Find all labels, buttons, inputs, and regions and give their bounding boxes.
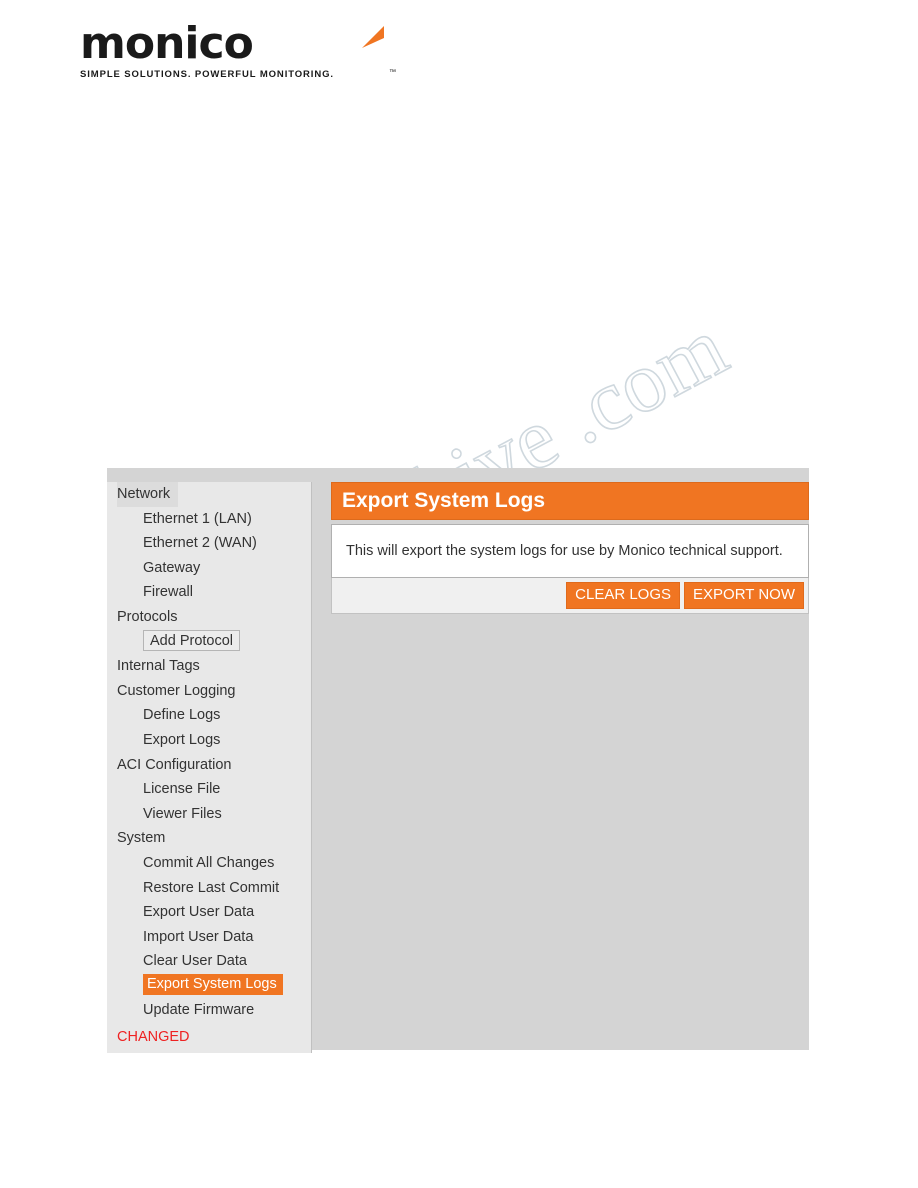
monico-logo: monico SIMPLE SOLUTIONS. POWERFUL MONITO… bbox=[80, 18, 396, 81]
sidebar-item-gateway[interactable]: Gateway bbox=[107, 556, 311, 581]
sidebar-item-customer-logging[interactable]: Customer Logging bbox=[107, 679, 311, 704]
sidebar-item-export-logs[interactable]: Export Logs bbox=[107, 728, 311, 753]
content-panel: Export System Logs This will export the … bbox=[331, 482, 809, 614]
sidebar-item-internal-tags[interactable]: Internal Tags bbox=[107, 654, 311, 679]
page-title: Export System Logs bbox=[331, 482, 809, 520]
sidebar-item-define-logs[interactable]: Define Logs bbox=[107, 703, 311, 728]
sidebar-item-export-user-data[interactable]: Export User Data bbox=[107, 900, 311, 925]
sidebar-item-network[interactable]: Network bbox=[117, 482, 179, 507]
sidebar-item-export-system-logs[interactable]: Export System Logs bbox=[143, 973, 283, 995]
sidebar-item-commit-all-changes[interactable]: Commit All Changes bbox=[107, 851, 311, 876]
config-app-window: Network Ethernet 1 (LAN) Ethernet 2 (WAN) G… bbox=[107, 468, 809, 1054]
sidebar-item-firewall[interactable]: Firewall bbox=[107, 580, 311, 605]
sidebar-item-update-firmware[interactable]: Update Firmware bbox=[107, 998, 311, 1023]
sidebar-item-add-protocol[interactable]: Add Protocol bbox=[143, 629, 241, 651]
sidebar-item-license-file[interactable]: License File bbox=[107, 777, 311, 802]
logo-wordmark: monico bbox=[80, 18, 254, 69]
panel-body: This will export the system logs for use… bbox=[331, 524, 809, 578]
sidebar-item-add-protocol-row: Add Protocol bbox=[107, 629, 311, 655]
sidebar-item-clear-user-data[interactable]: Clear User Data bbox=[107, 949, 311, 974]
sidebar-item-ethernet-2-wan[interactable]: Ethernet 2 (WAN) bbox=[107, 531, 311, 556]
logo-swoosh-icon bbox=[362, 26, 384, 48]
sidebar-navigation: Network Ethernet 1 (LAN) Ethernet 2 (WAN) G… bbox=[107, 482, 312, 1054]
sidebar-item-export-system-logs-row: Export System Logs bbox=[107, 973, 311, 999]
logo-tagline: SIMPLE SOLUTIONS. POWERFUL MONITORING. bbox=[80, 69, 334, 80]
sidebar-item-protocols[interactable]: Protocols bbox=[107, 605, 311, 630]
sidebar-item-aci-configuration[interactable]: ACI Configuration bbox=[107, 753, 311, 778]
export-now-button[interactable]: EXPORT NOW bbox=[684, 582, 804, 609]
panel-description: This will export the system logs for use… bbox=[346, 543, 783, 559]
panel-action-bar: CLEAR LOGS EXPORT NOW bbox=[331, 578, 809, 614]
sidebar-item-viewer-files[interactable]: Viewer Files bbox=[107, 802, 311, 827]
sidebar-item-network-row: Network bbox=[107, 482, 311, 507]
clear-logs-button[interactable]: CLEAR LOGS bbox=[566, 582, 681, 609]
sidebar-item-restore-last-commit[interactable]: Restore Last Commit bbox=[107, 876, 311, 901]
sidebar-item-import-user-data[interactable]: Import User Data bbox=[107, 925, 311, 950]
status-badge-changed: CHANGED bbox=[117, 1029, 190, 1046]
sidebar-item-ethernet-1-lan[interactable]: Ethernet 1 (LAN) bbox=[107, 507, 311, 532]
logo-trademark: ™ bbox=[389, 69, 396, 76]
sidebar-item-system[interactable]: System bbox=[107, 826, 311, 851]
